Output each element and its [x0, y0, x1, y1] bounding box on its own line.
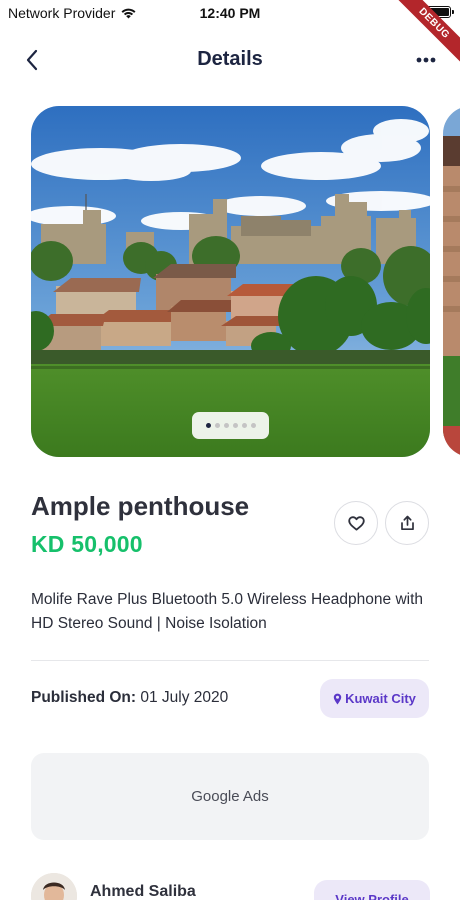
seller-avatar[interactable]	[31, 873, 77, 900]
app-header: Details	[0, 40, 460, 80]
ad-label: Google Ads	[191, 788, 269, 805]
published-info: Published On: 01 July 2020	[31, 689, 228, 707]
heart-outline-icon	[347, 515, 365, 530]
divider	[31, 660, 429, 661]
status-bar: Network Provider 12:40 PM	[0, 0, 460, 28]
listing-price: KD 50,000	[31, 531, 143, 557]
page-dot-active	[205, 423, 211, 428]
page-dot	[241, 423, 247, 428]
view-profile-button[interactable]: View Profile	[314, 880, 430, 900]
location-pin-icon	[333, 693, 342, 704]
page-title: Details	[197, 48, 263, 70]
page-dot	[214, 423, 220, 428]
page-dot	[250, 423, 256, 428]
location-chip[interactable]: Kuwait City	[320, 679, 429, 718]
more-horizontal-icon	[416, 57, 436, 63]
location-label: Kuwait City	[345, 691, 416, 706]
listing-title: Ample penthouse	[31, 491, 250, 521]
battery-icon	[426, 6, 454, 18]
listing-description: Molife Rave Plus Bluetooth 5.0 Wireless …	[31, 591, 424, 632]
page-dot	[223, 423, 229, 428]
carousel-next-image[interactable]	[443, 106, 460, 457]
seller-name: Ahmed Saliba	[90, 883, 196, 900]
carousel-page-indicator	[192, 412, 269, 439]
more-options-button[interactable]	[412, 46, 440, 74]
share-button[interactable]	[385, 501, 429, 545]
share-icon	[400, 515, 414, 531]
published-label: Published On:	[31, 689, 137, 706]
status-time: 12:40 PM	[199, 5, 261, 21]
carousel-image[interactable]	[31, 106, 430, 457]
ad-banner[interactable]: Google Ads	[31, 753, 429, 840]
image-carousel[interactable]	[31, 106, 460, 457]
favorite-button[interactable]	[334, 501, 378, 545]
published-date: 01 July 2020	[140, 689, 229, 706]
page-dot	[232, 423, 238, 428]
